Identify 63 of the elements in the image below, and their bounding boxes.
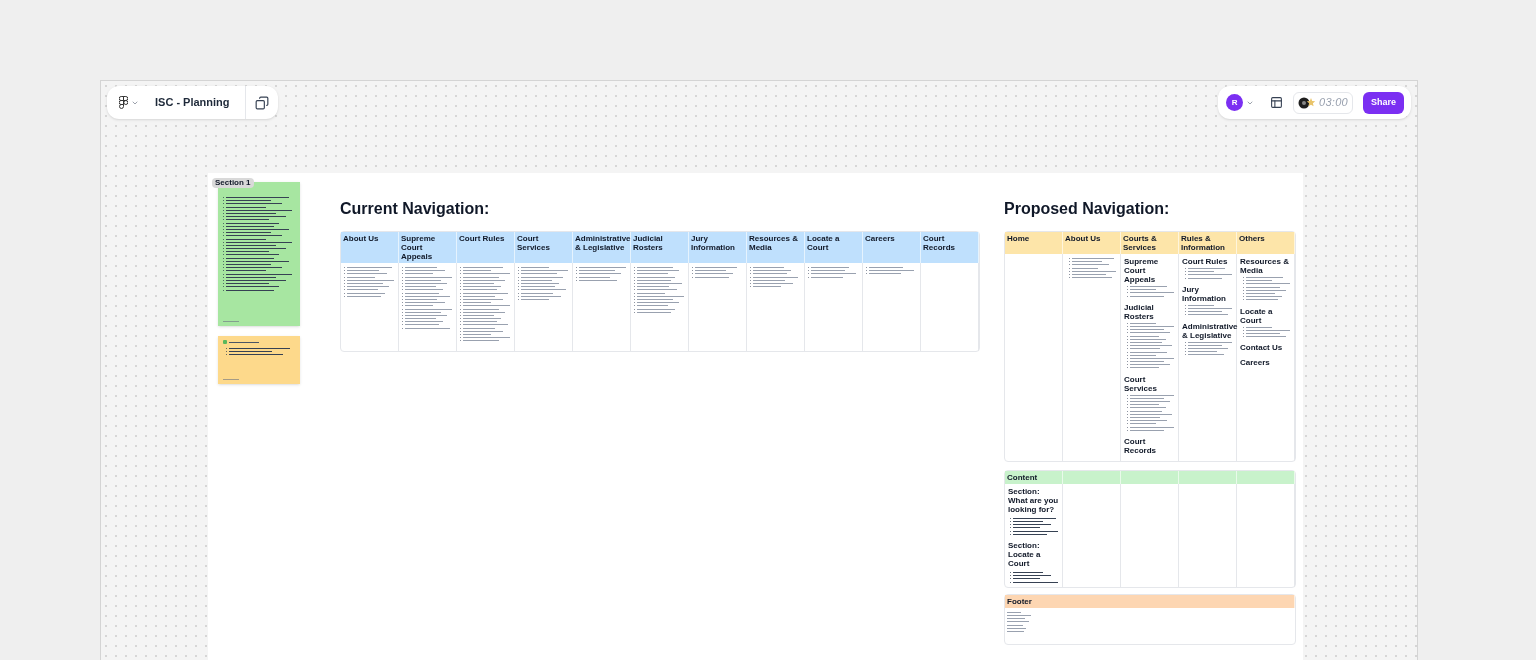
table-header-cell: Court Rules (457, 232, 515, 263)
group-heading: Supreme Court Appeals (1124, 257, 1160, 284)
text-lines-drawing (1185, 303, 1233, 317)
table-header-cell: Jury Information (689, 232, 747, 263)
table-header-cell: Supreme Court Appeals (399, 232, 457, 263)
sticky-note[interactable] (218, 336, 300, 384)
user-avatar: R (1226, 94, 1244, 111)
text-lines-drawing (1243, 325, 1291, 339)
timer-text: 03:00 (1319, 95, 1348, 111)
table-header-cell: Locate a Court (805, 232, 863, 263)
table-header-cell: About Us (341, 232, 399, 263)
table-header-cell: Content (1005, 470, 1063, 484)
table-header-cell: Others (1237, 232, 1295, 254)
section-title: Proposed Navigation: (1004, 200, 1171, 218)
table-header-cell: Footer (1005, 594, 1295, 608)
design-logo-icon (119, 96, 128, 109)
table-header-cell: Administrative & Legislative (573, 232, 631, 263)
section-heading: Section: Locate a Court (1008, 540, 1042, 568)
text-lines-drawing (1243, 276, 1291, 302)
text-lines-drawing (750, 266, 801, 289)
text-lines-drawing (518, 266, 569, 302)
table-header-cell: Resources & Media (747, 232, 805, 263)
text-lines-drawing (1127, 393, 1175, 432)
text-lines-drawing (808, 266, 859, 279)
group-heading: Court Services (1124, 374, 1158, 393)
table-header-cell: Court Services (515, 232, 573, 263)
table-header-cell: Home (1005, 232, 1063, 254)
text-lines-drawing (1069, 257, 1117, 280)
group-heading: Contact Us (1240, 343, 1284, 353)
user-menu-button[interactable]: R (1225, 94, 1255, 111)
file-name[interactable]: ISC - Planning (147, 94, 245, 111)
layout-icon[interactable] (1270, 96, 1284, 109)
text-lines-drawing (1127, 285, 1175, 298)
group-heading: Judicial Rosters (1124, 302, 1155, 321)
group-heading: Jury Information (1182, 284, 1227, 303)
text-lines-drawing (576, 266, 627, 282)
text-lines-drawing (344, 266, 395, 298)
group-heading: Court Rules (1182, 257, 1229, 266)
group-heading: Court Records (1124, 436, 1157, 455)
text-lines-drawing (1007, 610, 1033, 633)
group-heading: Locate a Court (1240, 306, 1274, 325)
text-lines-drawing (1127, 321, 1175, 370)
table-header-cell: Careers (863, 232, 921, 263)
section-heading: Section: What are you looking for? (1008, 486, 1059, 514)
text-lines-drawing (634, 266, 685, 314)
text-lines-drawing (866, 266, 917, 276)
section-label: Section 1 (212, 178, 254, 188)
table-header-cell: About Us (1063, 232, 1121, 254)
copy-icon (254, 95, 269, 110)
text-lines-drawing (1185, 267, 1233, 280)
table-header-cell: Judicial Rosters (631, 232, 689, 263)
share-button[interactable]: Share (1363, 91, 1404, 114)
table-header-cell: Courts & Services (1121, 232, 1179, 254)
sticker-icon (1298, 96, 1317, 109)
text-lines-drawing (1185, 340, 1233, 357)
section-title: Current Navigation: (340, 200, 491, 218)
text-lines-drawing (402, 266, 453, 330)
group-heading: Resources & Media (1240, 257, 1290, 275)
table-header-cell: Rules & Information (1179, 232, 1237, 254)
table-header-cell: Court Records (921, 232, 979, 263)
text-lines-drawing (1010, 570, 1059, 584)
group-heading: Careers (1240, 358, 1271, 368)
text-lines-drawing (1010, 516, 1059, 536)
